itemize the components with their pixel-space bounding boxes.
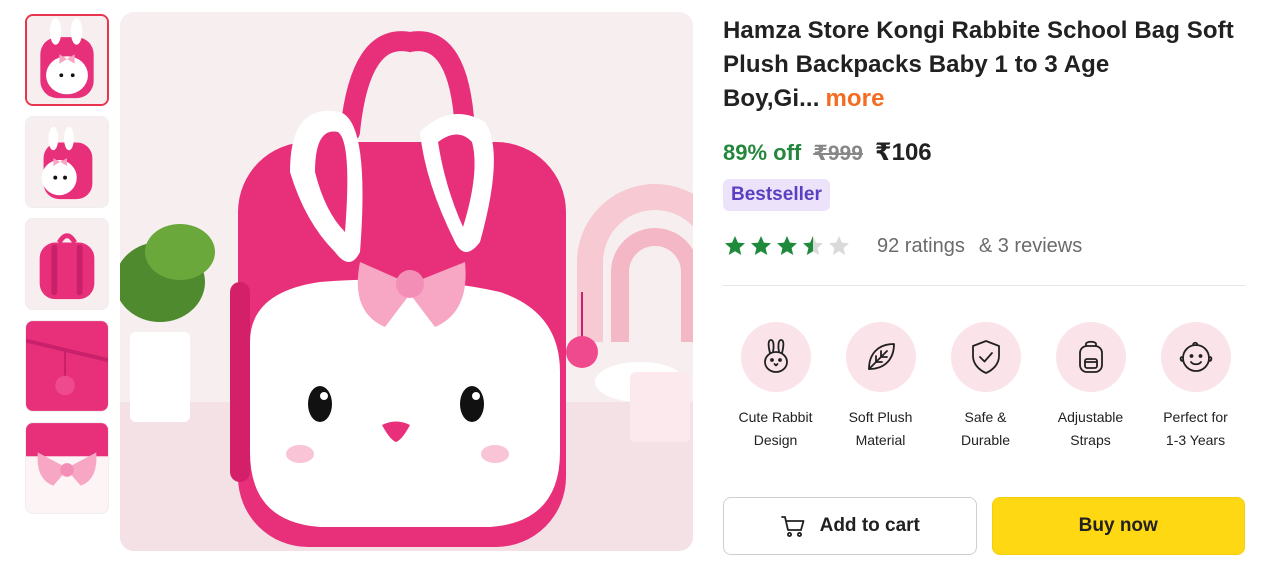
star-rating bbox=[723, 234, 851, 258]
thumb-back-view[interactable] bbox=[25, 218, 109, 310]
product-title-text: Hamza Store Kongi Rabbite School Bag Sof… bbox=[723, 17, 1234, 112]
price-row: 89% off ₹999 ₹106 bbox=[723, 138, 1248, 167]
feature-label-line2: Straps bbox=[1070, 432, 1111, 448]
ratings-count[interactable]: 92 ratings bbox=[877, 235, 965, 258]
feature-adjustable-straps: Adjustable Straps bbox=[1038, 322, 1143, 452]
backpack-illustration bbox=[120, 12, 693, 551]
star-icon bbox=[751, 236, 771, 255]
thumb-front-view[interactable] bbox=[25, 14, 109, 106]
thumb-bow-image bbox=[26, 423, 108, 513]
feature-label-line1: Soft Plush bbox=[848, 409, 913, 425]
thumb-front-image bbox=[27, 16, 107, 104]
feature-soft-plush: Soft Plush Material bbox=[828, 322, 933, 452]
feature-age-range: Perfect for 1-3 Years bbox=[1143, 322, 1248, 452]
product-info: Hamza Store Kongi Rabbite School Bag Sof… bbox=[723, 14, 1248, 452]
backpack-icon bbox=[1078, 340, 1103, 373]
features-row: Cute Rabbit Design Soft Plush Material Saf… bbox=[723, 322, 1248, 452]
buy-now-button[interactable]: Buy now bbox=[991, 497, 1245, 555]
divider bbox=[723, 285, 1245, 286]
feature-label-line2: Durable bbox=[960, 432, 1011, 448]
star-icon bbox=[829, 236, 849, 255]
feature-label-line1: Cute Rabbit bbox=[738, 409, 813, 425]
buy-now-label: Buy now bbox=[1078, 515, 1158, 536]
bestseller-badge: Bestseller bbox=[723, 179, 830, 211]
feature-label-line1: Adjustable bbox=[1057, 409, 1124, 425]
cart-icon bbox=[780, 516, 805, 537]
feature-label-line1: Safe & bbox=[964, 409, 1007, 425]
more-link[interactable]: more bbox=[825, 85, 884, 112]
reviews-count[interactable]: & 3 reviews bbox=[979, 235, 1082, 258]
star-icon bbox=[777, 236, 797, 255]
thumb-zipper-closeup[interactable] bbox=[25, 320, 109, 412]
selling-price: ₹106 bbox=[874, 139, 932, 166]
thumb-side-view[interactable] bbox=[25, 116, 109, 208]
action-buttons: Add to cart Buy now bbox=[723, 497, 1245, 555]
product-title: Hamza Store Kongi Rabbite School Bag Sof… bbox=[723, 14, 1248, 116]
leaf-icon bbox=[867, 343, 895, 370]
feature-cute-rabbit: Cute Rabbit Design bbox=[723, 322, 828, 452]
feature-label-line2: Material bbox=[855, 432, 906, 448]
thumb-back-image bbox=[26, 219, 108, 309]
thumbnail-list bbox=[25, 14, 109, 524]
original-price: ₹999 bbox=[813, 142, 863, 165]
feature-label-line2: Design bbox=[753, 432, 798, 448]
thumb-side-image bbox=[26, 117, 108, 207]
add-to-cart-button[interactable]: Add to cart bbox=[723, 497, 977, 555]
add-to-cart-label: Add to cart bbox=[819, 515, 920, 536]
feature-label-line1: Perfect for bbox=[1163, 409, 1228, 425]
shield-check-icon bbox=[971, 340, 1000, 374]
baby-face-icon bbox=[1179, 341, 1212, 372]
feature-label-line2: 1-3 Years bbox=[1165, 432, 1226, 448]
star-icon bbox=[803, 236, 823, 255]
rating-row[interactable]: 92 ratings & 3 reviews bbox=[723, 231, 1248, 261]
feature-safe-durable: Safe & Durable bbox=[933, 322, 1038, 452]
main-product-image[interactable] bbox=[120, 12, 693, 551]
discount-percent: 89% off bbox=[723, 140, 802, 165]
rabbit-icon bbox=[763, 339, 788, 373]
thumb-zipper-image bbox=[26, 321, 108, 411]
star-icon bbox=[725, 236, 745, 255]
thumb-bow-closeup[interactable] bbox=[25, 422, 109, 514]
